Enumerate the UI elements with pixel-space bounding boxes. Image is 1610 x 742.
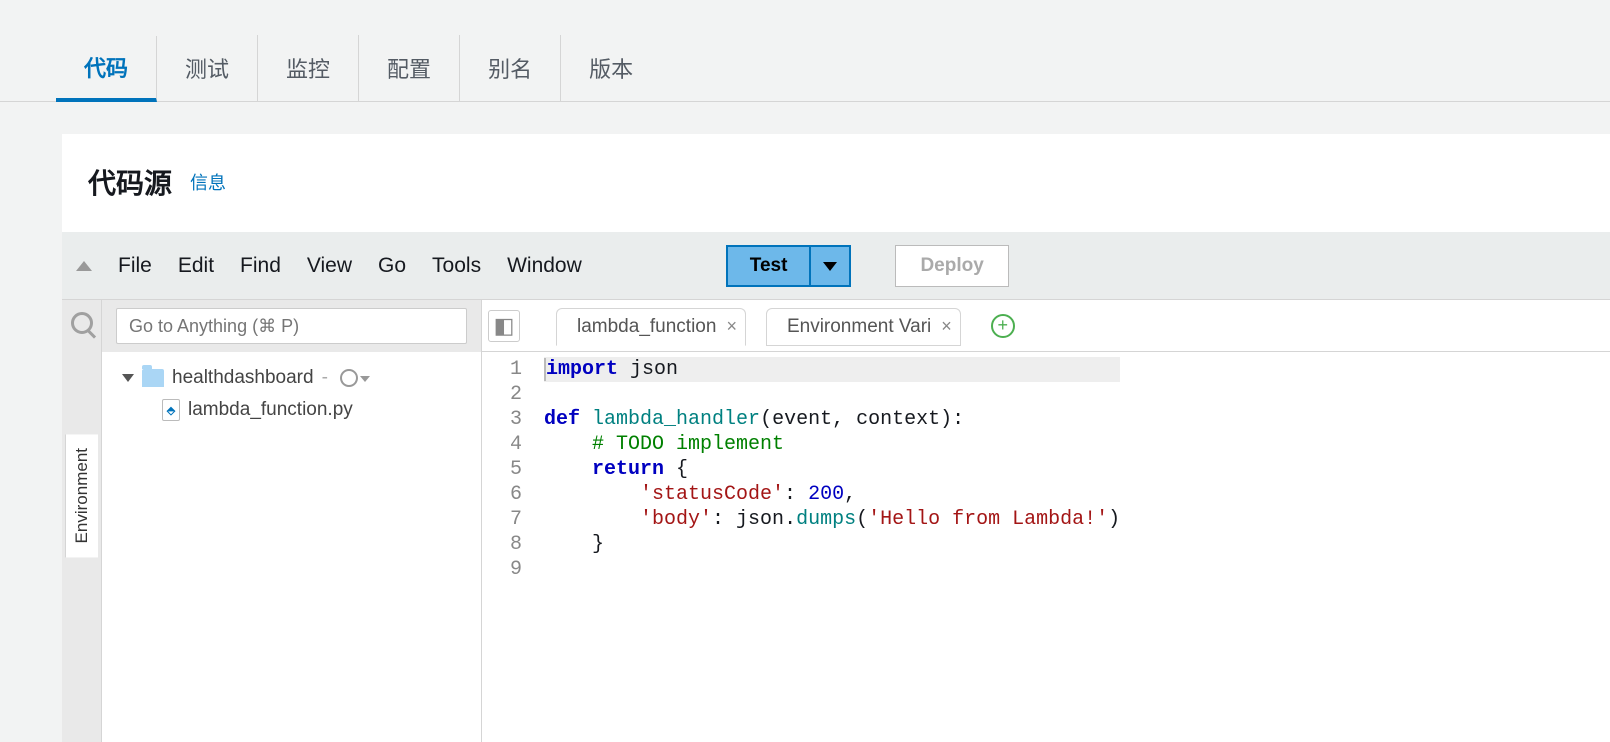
info-link[interactable]: 信息 <box>190 169 226 195</box>
test-button-group: Test <box>726 245 852 287</box>
tab-version[interactable]: 版本 <box>561 35 661 101</box>
gear-icon[interactable] <box>340 369 358 387</box>
panel-header: 代码源 信息 <box>62 134 1610 233</box>
tree-file-row[interactable]: ⬘ lambda_function.py <box>112 394 481 426</box>
test-dropdown-button[interactable] <box>811 247 849 285</box>
tab-code[interactable]: 代码 <box>56 36 157 102</box>
python-file-icon: ⬘ <box>162 399 180 421</box>
menu-tools[interactable]: Tools <box>432 254 481 278</box>
code-editor[interactable]: 123456789 import json def lambda_handler… <box>482 352 1610 582</box>
tree-folder-row[interactable]: healthdashboard - <box>112 362 481 394</box>
file-name: lambda_function.py <box>188 399 353 421</box>
expand-icon <box>122 374 134 382</box>
close-icon[interactable]: × <box>941 316 952 337</box>
side-rail: Environment <box>62 300 102 742</box>
menu-go[interactable]: Go <box>378 254 406 278</box>
goto-anything-input[interactable] <box>116 308 467 344</box>
editor-tab-lambda[interactable]: lambda_function × <box>556 308 746 346</box>
editor-tab-label: Environment Vari <box>787 316 931 338</box>
main-tabs: 代码 测试 监控 配置 别名 版本 <box>0 0 1610 102</box>
file-tree: healthdashboard - ⬘ lambda_function.py <box>102 300 482 742</box>
close-icon[interactable]: × <box>726 316 737 337</box>
menu-file[interactable]: File <box>118 254 152 278</box>
test-button[interactable]: Test <box>728 247 812 285</box>
editor-area: Environment healthdashboard - ⬘ lambda_f… <box>62 300 1610 742</box>
deploy-button: Deploy <box>895 245 1008 287</box>
search-icon[interactable] <box>71 312 93 334</box>
editor-toolbar: File Edit Find View Go Tools Window Test… <box>62 233 1610 300</box>
history-icon[interactable]: ◧ <box>488 310 520 342</box>
editor-tab-label: lambda_function <box>577 316 716 338</box>
editor-tabbar: ◧ lambda_function × Environment Vari × + <box>482 300 1610 352</box>
folder-name: healthdashboard <box>172 367 314 389</box>
menu-edit[interactable]: Edit <box>178 254 214 278</box>
collapse-icon[interactable] <box>76 261 92 271</box>
tab-config[interactable]: 配置 <box>359 35 460 101</box>
tab-monitor[interactable]: 监控 <box>258 35 359 101</box>
menu-find[interactable]: Find <box>240 254 281 278</box>
add-tab-button[interactable]: + <box>991 314 1015 338</box>
panel-title: 代码源 <box>88 162 172 202</box>
environment-panel-tab[interactable]: Environment <box>65 434 98 557</box>
line-gutter: 123456789 <box>482 352 532 582</box>
menu-view[interactable]: View <box>307 254 352 278</box>
editor-tab-env[interactable]: Environment Vari × <box>766 308 961 346</box>
menu-window[interactable]: Window <box>507 254 582 278</box>
tab-alias[interactable]: 别名 <box>460 35 561 101</box>
goto-anything-bar <box>102 300 481 352</box>
code-content[interactable]: import json def lambda_handler(event, co… <box>532 352 1120 582</box>
code-pane: ◧ lambda_function × Environment Vari × +… <box>482 300 1610 742</box>
tab-test[interactable]: 测试 <box>157 35 258 101</box>
folder-icon <box>142 369 164 387</box>
